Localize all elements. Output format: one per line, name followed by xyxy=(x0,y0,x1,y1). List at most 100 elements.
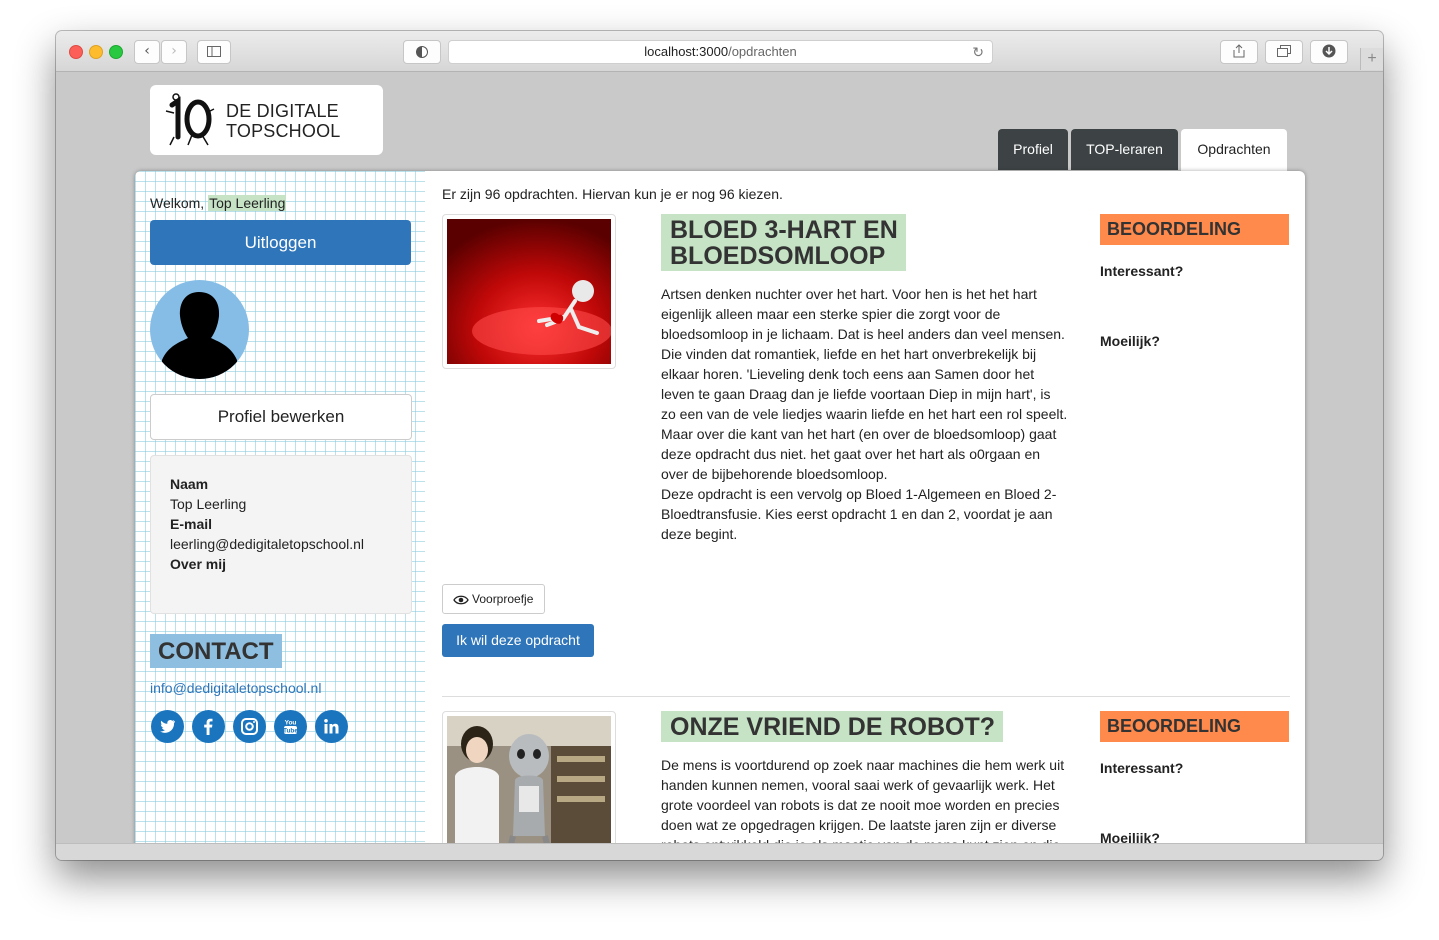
url-host: localhost:3000 xyxy=(644,44,729,59)
assignment-description-line: deze opdracht dus niet. het gaat over he… xyxy=(661,446,1041,462)
shield-icon xyxy=(416,46,428,58)
assignment-description-line: Bloedtransfusie. Kies eerst opdracht 1 e… xyxy=(661,506,1053,522)
browser-titlebar: ‹ › localhost:3000/opdrachten ↻ + xyxy=(56,31,1383,72)
rating-difficult-label: Moeilijk? xyxy=(1100,830,1160,844)
welcome-text: Welkom, Top Leerling xyxy=(150,195,287,211)
instagram-icon xyxy=(241,718,258,735)
logo-text: DE DIGITALE TOPSCHOOL xyxy=(226,101,341,141)
assignment-description-line: grote voordeel van robots is dat ze nooi… xyxy=(661,797,1060,813)
assignment-description-line: bloedsomloop in je lichaam. Dat is heel … xyxy=(661,326,1065,342)
assignment-description-line: elkaar horen. 'Lieveling denk toch eens … xyxy=(661,366,1035,382)
facebook-icon xyxy=(204,718,213,735)
assignment-title-line-2: BLOEDSOMLOOP xyxy=(670,242,886,270)
name-label: Naam xyxy=(170,476,209,492)
assignment-title[interactable]: ONZE VRIEND DE ROBOT? xyxy=(661,711,1004,742)
profile-info: Naam Top Leerling E-mail leerling@dedigi… xyxy=(150,455,412,614)
logo-line-1: DE DIGITALE xyxy=(226,101,339,121)
new-tab-button[interactable]: + xyxy=(1360,48,1383,70)
user-silhouette-icon xyxy=(162,292,237,379)
download-icon xyxy=(1322,44,1336,58)
assignment-description-line: eigenlijk alleen maar een sterke spier d… xyxy=(661,306,1001,322)
downloads-button[interactable] xyxy=(1310,40,1348,64)
plus-icon: + xyxy=(1367,50,1377,67)
email-label: E-mail xyxy=(170,516,213,532)
instagram-link[interactable] xyxy=(233,710,266,743)
linkedin-icon xyxy=(324,719,339,734)
assignment-thumbnail[interactable] xyxy=(442,711,616,844)
tab-opdrachten[interactable]: Opdrachten xyxy=(1181,129,1287,172)
twitter-icon xyxy=(160,719,175,733)
assignment-description-line: doen wat ze opgedragen krijgen. De laats… xyxy=(661,817,1057,833)
browser-window: ‹ › localhost:3000/opdrachten ↻ + DE DIG… xyxy=(56,31,1383,860)
assignment-description-line: deze begint. xyxy=(661,526,738,542)
svg-text:Tube: Tube xyxy=(283,728,298,735)
privacy-button[interactable] xyxy=(403,40,441,64)
preview-label: Voorproefje xyxy=(472,592,534,606)
logo-icon xyxy=(165,93,215,146)
rating-interesting-label: Interessant? xyxy=(1100,760,1184,776)
tab-top-leraren[interactable]: TOP-leraren xyxy=(1071,129,1178,170)
url-path: /opdrachten xyxy=(728,44,797,59)
minimize-window-button[interactable] xyxy=(89,45,103,59)
rating-interesting-label: Interessant? xyxy=(1100,263,1184,279)
assignment-count-text: Er zijn 96 opdrachten. Hiervan kun je er… xyxy=(442,186,783,202)
tabs-icon xyxy=(1277,45,1291,57)
tabs-overview-button[interactable] xyxy=(1265,40,1303,64)
chevron-left-icon: ‹ xyxy=(144,43,150,59)
sidebar-toggle-button[interactable] xyxy=(197,40,231,64)
browser-statusbar xyxy=(56,843,1383,860)
linkedin-link[interactable] xyxy=(315,710,348,743)
assignment-description-line: leven te gaan Draag dan je liefde voorta… xyxy=(661,386,1051,402)
youtube-link[interactable]: You Tube xyxy=(274,710,307,743)
edit-profile-button[interactable]: Profiel bewerken xyxy=(150,394,412,440)
sidebar-icon xyxy=(207,46,221,57)
contact-email-link[interactable]: info@dedigitaletopschool.nl xyxy=(150,680,321,696)
main-panel: Welkom, Top Leerling Uitloggen Profiel b… xyxy=(135,171,1305,844)
back-button[interactable]: ‹ xyxy=(134,40,160,64)
name-value: Top Leerling xyxy=(170,496,247,512)
email-value: leerling@dedigitaletopschool.nl xyxy=(170,536,365,552)
assignment-thumbnail[interactable] xyxy=(442,214,616,369)
twitter-link[interactable] xyxy=(151,710,184,743)
youtube-icon: YouTube xyxy=(283,720,298,735)
chevron-right-icon: › xyxy=(171,43,177,59)
assignment-description: Artsen denken nuchter over het hart. Voo… xyxy=(661,284,1073,544)
assignment-description-line: Deze opdracht is een vervolg op Bloed 1-… xyxy=(661,486,1057,502)
rating-difficult-label: Moeilijk? xyxy=(1100,333,1160,349)
close-window-button[interactable] xyxy=(69,45,83,59)
assignment-description-line: over de bijbehorende bloedsomloop. xyxy=(661,466,888,482)
sidebar: Welkom, Top Leerling Uitloggen Profiel b… xyxy=(135,171,425,844)
user-name: Top Leerling xyxy=(208,195,287,211)
assignment-description-line: Artsen denken nuchter over het hart. Voo… xyxy=(661,286,1037,302)
tab-profiel[interactable]: Profiel xyxy=(998,129,1068,170)
assignment-description-line: Maar over die kant van het hart (en over… xyxy=(661,426,1057,442)
avatar xyxy=(150,280,249,379)
share-button[interactable] xyxy=(1220,40,1258,64)
assignment-image-robot xyxy=(447,716,611,844)
svg-text:You: You xyxy=(285,720,297,727)
assignment-title-line-1: ONZE VRIEND DE ROBOT? xyxy=(670,713,996,741)
forward-button[interactable]: › xyxy=(161,40,187,64)
assignment-description-line: Die vinden dat romantiek, liefde en het … xyxy=(661,346,1037,362)
assignments-content: Er zijn 96 opdrachten. Hiervan kun je er… xyxy=(442,171,1292,844)
assignment-description-line: zo een van de vele liedjes waarin liefde… xyxy=(661,406,1068,422)
logo-line-2: TOPSCHOOL xyxy=(226,121,341,141)
assignment-divider xyxy=(442,696,1290,697)
assignment-description-line: handen kunnen nemen, vooral saai werk of… xyxy=(661,777,1055,793)
zoom-window-button[interactable] xyxy=(109,45,123,59)
assignment-title-line-1: BLOED 3-HART EN xyxy=(670,216,898,244)
address-bar[interactable]: localhost:3000/opdrachten ↻ xyxy=(448,40,993,64)
assignment-title[interactable]: BLOED 3-HART EN BLOEDSOMLOOP xyxy=(661,214,906,271)
rating-heading: BEOORDELING xyxy=(1100,214,1289,245)
preview-button[interactable]: Voorproefje xyxy=(442,584,545,614)
logout-button[interactable]: Uitloggen xyxy=(150,220,411,265)
site-logo[interactable]: DE DIGITALE TOPSCHOOL xyxy=(150,85,383,155)
choose-assignment-button[interactable]: Ik wil deze opdracht xyxy=(442,624,594,657)
about-label: Over mij xyxy=(170,556,227,572)
welcome-prefix: Welkom, xyxy=(150,195,205,211)
eye-icon xyxy=(453,595,469,605)
assignment-description-line: De mens is voortdurend op zoek naar mach… xyxy=(661,757,1065,773)
share-icon xyxy=(1233,44,1245,58)
facebook-link[interactable] xyxy=(192,710,225,743)
reload-icon[interactable]: ↻ xyxy=(972,41,984,63)
